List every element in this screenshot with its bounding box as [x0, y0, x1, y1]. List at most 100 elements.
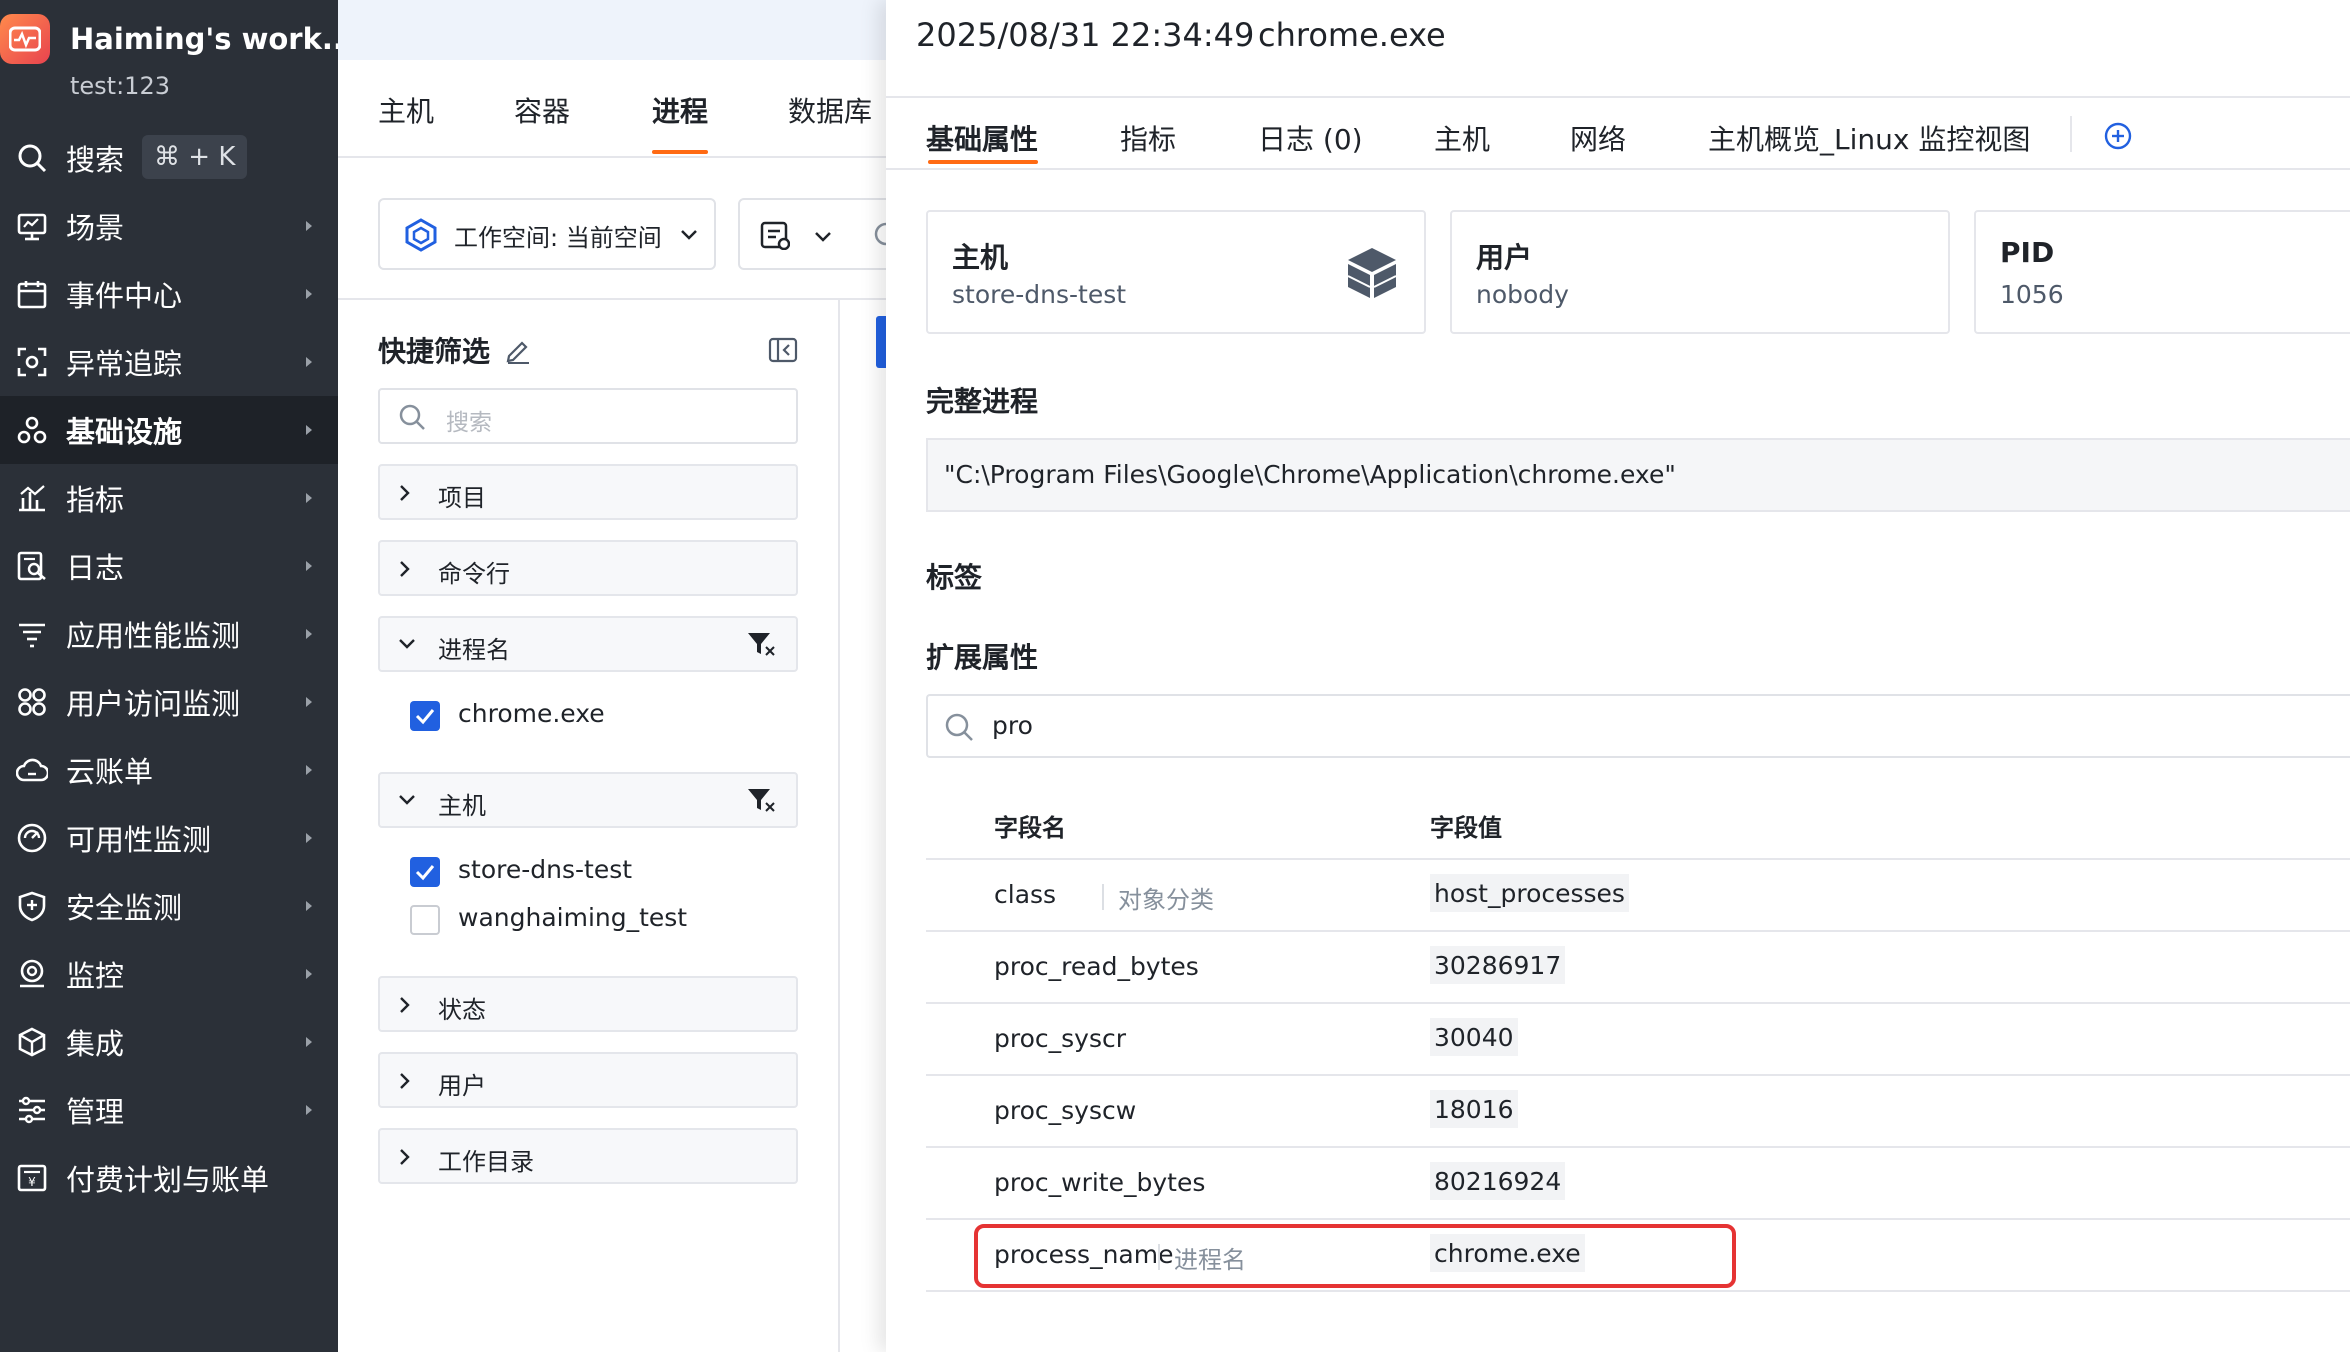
view-select[interactable]	[738, 198, 858, 270]
facet-label: 用户	[438, 1072, 486, 1100]
sidebar-item-label: 监控	[66, 959, 125, 993]
sidebar-item-label: 管理	[66, 1095, 125, 1129]
chevron-right-icon	[398, 1148, 412, 1170]
infrastructure-icon	[14, 412, 50, 448]
sidebar-item-label: 场景	[66, 211, 125, 245]
tab-basic-attributes[interactable]: 基础属性	[926, 118, 1038, 158]
edit-icon[interactable]	[504, 336, 532, 368]
workspace-logo-icon	[0, 14, 50, 64]
attribute-search-input[interactable]	[990, 710, 1590, 741]
field-value: 80216924	[1430, 1162, 1566, 1200]
facet-user[interactable]: 用户	[378, 1052, 798, 1108]
caret-right-icon	[302, 695, 316, 709]
facet-label: 项目	[438, 484, 486, 512]
sidebar-item-4[interactable]: 指标	[0, 464, 338, 532]
field-key: proc_syscw	[994, 1096, 1137, 1125]
search-icon	[398, 403, 426, 435]
sidebar-item-0[interactable]: 场景	[0, 192, 338, 260]
chevron-right-icon	[398, 484, 412, 506]
sidebar-item-8[interactable]: 云账单	[0, 736, 338, 804]
caret-right-icon	[302, 491, 316, 505]
checkbox-unchecked-icon[interactable]	[410, 905, 440, 935]
tab-logs[interactable]: 日志 (0)	[1258, 118, 1363, 158]
tab-container[interactable]: 容器	[514, 90, 570, 130]
chevron-right-icon	[398, 560, 412, 582]
facet-host[interactable]: 主机	[378, 772, 798, 828]
extended-attributes-title: 扩展属性	[926, 641, 1039, 674]
sidebar-item-label: 搜索	[66, 143, 125, 177]
facet-label: 工作目录	[438, 1148, 534, 1176]
sidebar-item-5[interactable]: 日志	[0, 532, 338, 600]
workspace-select[interactable]: 工作空间: 当前空间	[378, 198, 716, 270]
sidebar-item-label: 基础设施	[66, 415, 183, 449]
workspace-switcher[interactable]: Haiming's work... test:123	[0, 0, 355, 130]
facet-option-label: wanghaiming_test	[458, 903, 688, 932]
active-tab-indicator	[928, 160, 1038, 164]
tab-host[interactable]: 主机	[378, 90, 434, 130]
facet-state[interactable]: 状态	[378, 976, 798, 1032]
full-process-text: "C:\Program Files\Google\Chrome\Applicat…	[944, 460, 1676, 489]
caret-right-icon	[302, 763, 316, 777]
facet-option-label: store-dns-test	[458, 855, 633, 884]
full-process-value: "C:\Program Files\Google\Chrome\Applicat…	[926, 438, 2350, 512]
tab-divider	[338, 156, 886, 158]
host-card[interactable]: 主机 store-dns-test	[926, 210, 1426, 334]
drawer-title: chrome.exe	[1258, 16, 1446, 54]
chevron-right-icon	[398, 996, 412, 1018]
sidebar-item-label: 云账单	[66, 755, 154, 789]
tab-database[interactable]: 数据库	[788, 90, 872, 130]
collapse-panel-icon[interactable]	[768, 337, 798, 367]
facet-process-name[interactable]: 进程名	[378, 616, 798, 672]
field-alias: 对象分类	[1118, 886, 1214, 914]
table-row: proc_syscw 18016	[926, 1076, 2350, 1148]
chevron-down-icon	[814, 228, 832, 247]
search-icon	[944, 712, 974, 746]
sidebar-item-3[interactable]: 基础设施	[0, 396, 338, 464]
user-card: 用户 nobody	[1450, 210, 1950, 334]
tab-host[interactable]: 主机	[1434, 118, 1490, 158]
sidebar-item-6[interactable]: 应用性能监测	[0, 600, 338, 668]
field-key: proc_syscr	[994, 1024, 1127, 1053]
sidebar-item-1[interactable]: 事件中心	[0, 260, 338, 328]
sidebar-item-14[interactable]: ¥ 付费计划与账单	[0, 1144, 338, 1212]
tab-network[interactable]: 网络	[1570, 118, 1626, 158]
drawer-header-divider	[886, 96, 2350, 98]
filter-search-placeholder: 搜索	[446, 410, 492, 436]
sidebar-item-11[interactable]: 监控	[0, 940, 338, 1008]
sidebar-item-7[interactable]: 用户访问监测	[0, 668, 338, 736]
tab-process[interactable]: 进程	[652, 90, 708, 130]
sidebar-item-label: 应用性能监测	[66, 619, 241, 653]
sidebar: Haiming's work... test:123 搜索 ⌘ + K 场景 事件…	[0, 0, 355, 1352]
checkbox-checked-icon[interactable]	[410, 857, 440, 887]
workspace-icon	[404, 218, 438, 256]
monitor-icon	[14, 208, 50, 244]
sidebar-item-13[interactable]: 管理	[0, 1076, 338, 1144]
sidebar-item-10[interactable]: 安全监测	[0, 872, 338, 940]
tab-metrics[interactable]: 指标	[1120, 118, 1176, 158]
sidebar-item-label: 安全监测	[66, 891, 183, 925]
tab-linux-overview[interactable]: 主机概览_Linux 监控视图	[1708, 118, 2030, 158]
clear-filter-icon[interactable]	[746, 787, 776, 817]
caret-right-icon	[302, 899, 316, 913]
table-row: class 对象分类 host_processes	[926, 860, 2350, 932]
list-edge-element	[876, 316, 886, 368]
tab-separator	[2070, 116, 2072, 152]
field-value: host_processes	[1430, 874, 1629, 912]
sidebar-item-2[interactable]: 异常追踪	[0, 328, 338, 396]
full-process-title: 完整进程	[926, 385, 1039, 418]
facet-workdir[interactable]: 工作目录	[378, 1128, 798, 1184]
checkbox-checked-icon[interactable]	[410, 701, 440, 731]
sidebar-item-12[interactable]: 集成	[0, 1008, 338, 1076]
sidebar-item-9[interactable]: 可用性监测	[0, 804, 338, 872]
facet-cmdline[interactable]: 命令行	[378, 540, 798, 596]
facet-project[interactable]: 项目	[378, 464, 798, 520]
clear-filter-icon[interactable]	[746, 631, 776, 661]
pid-card: PID 1056	[1974, 210, 2350, 334]
attribute-search-field[interactable]	[926, 694, 2350, 758]
tags-title: 标签	[926, 561, 983, 594]
workspace-name: Haiming's work...	[70, 22, 355, 56]
table-row: proc_read_bytes 30286917	[926, 932, 2350, 1004]
filter-search-input[interactable]: 搜索	[378, 388, 798, 444]
add-tab-icon[interactable]	[2104, 122, 2132, 154]
sidebar-item-label: 用户访问监测	[66, 687, 241, 721]
